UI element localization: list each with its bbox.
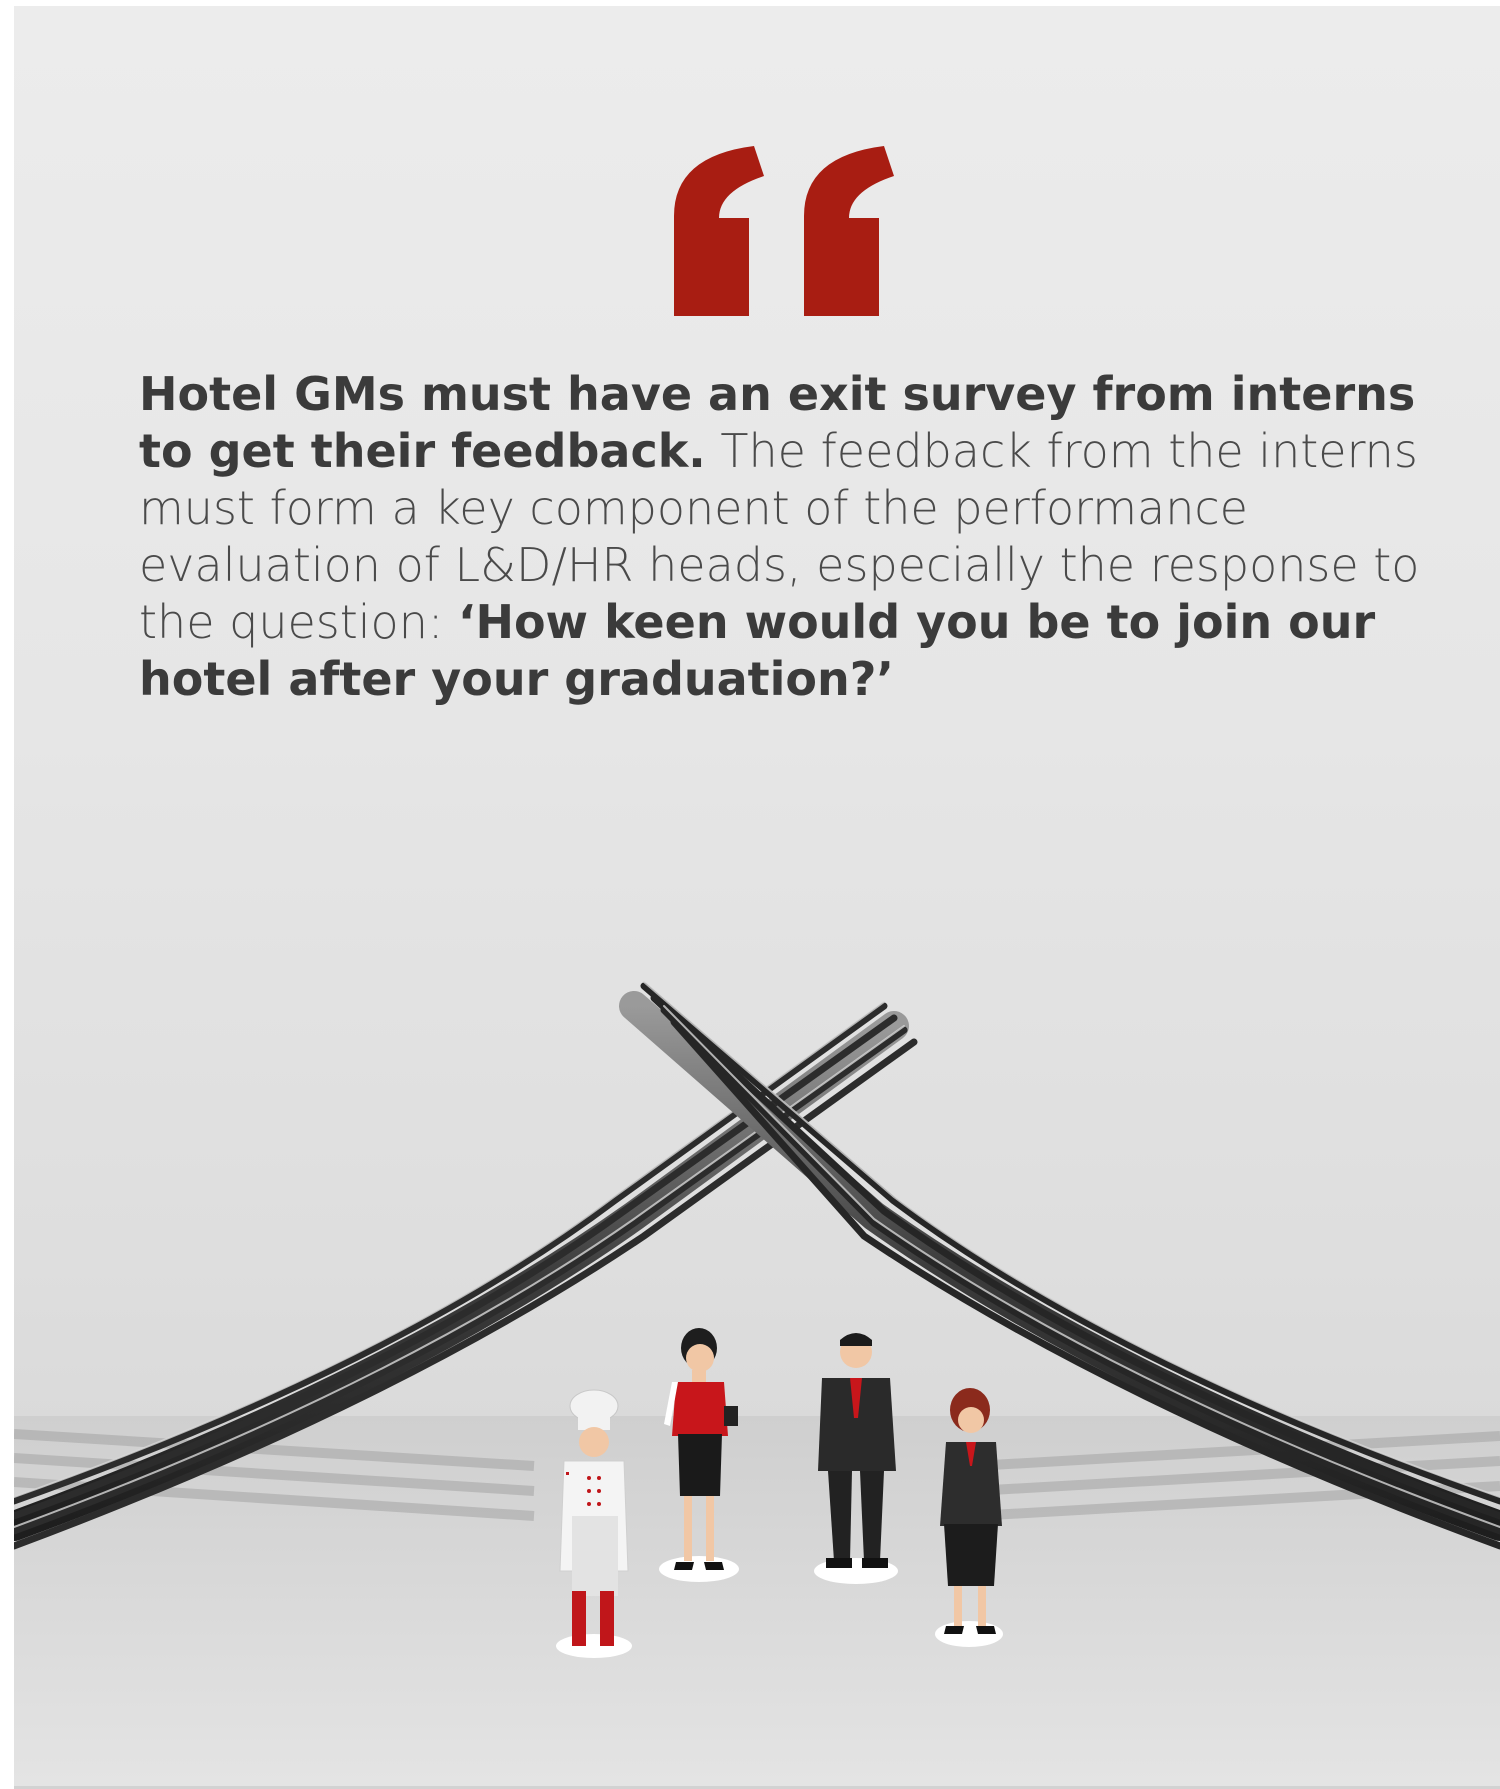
quote-panel: Hotel GMs must have an exit survey from … (14, 6, 1500, 1789)
forks-illustration (14, 981, 1500, 1786)
quote-text: Hotel GMs must have an exit survey from … (139, 366, 1429, 708)
quote-mark-icon (674, 146, 894, 316)
